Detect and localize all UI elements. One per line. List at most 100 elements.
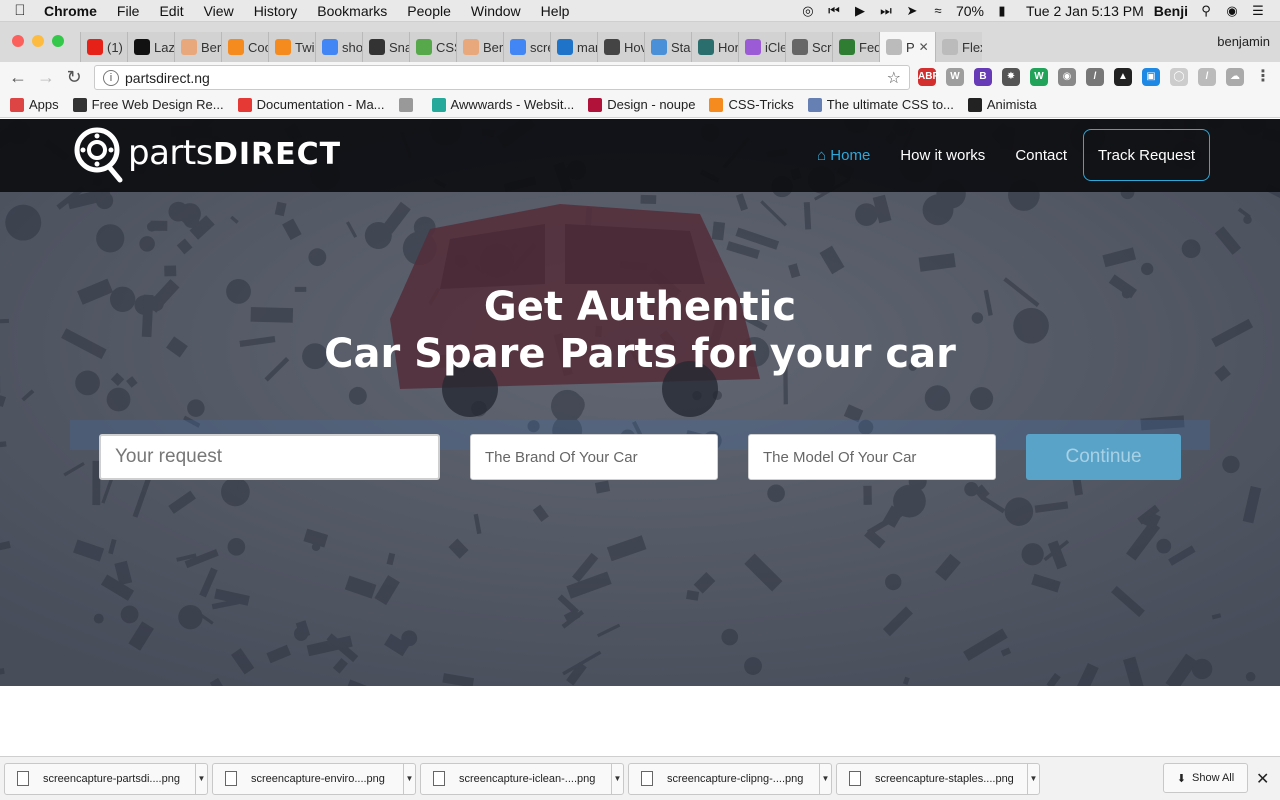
browser-tab[interactable]: Ber <box>174 32 221 62</box>
close-window-button[interactable] <box>12 35 24 47</box>
browser-tab[interactable]: scre <box>503 32 550 62</box>
menu-window[interactable]: Window <box>461 3 531 19</box>
notification-list-icon[interactable]: ☰ <box>1250 3 1266 19</box>
show-all-downloads-button[interactable]: ⬇ Show All <box>1163 763 1248 793</box>
car-model-input[interactable]: The Model Of Your Car <box>748 434 996 480</box>
browser-tab[interactable]: Ber <box>456 32 503 62</box>
car-brand-input[interactable]: The Brand Of Your Car <box>470 434 718 480</box>
frame-icon[interactable]: ▣ <box>1142 68 1160 86</box>
browser-tab[interactable]: P ✕ <box>879 32 935 62</box>
download-options-icon[interactable]: ▼ <box>195 762 207 795</box>
reload-icon[interactable]: ↻ <box>60 67 88 88</box>
back-icon[interactable]: ← <box>4 67 32 88</box>
wordpress-green-icon[interactable]: W <box>1030 68 1048 86</box>
menu-file[interactable]: File <box>107 3 150 19</box>
bookmark-star-icon[interactable]: ☆ <box>887 68 901 88</box>
wifi-icon[interactable]: ≈ <box>930 3 946 18</box>
menu-edit[interactable]: Edit <box>149 3 193 19</box>
download-item[interactable]: screencapture-enviro....png ▼ <box>212 762 416 795</box>
rocket-icon[interactable]: ➤ <box>904 3 920 19</box>
bookmark-item[interactable]: Animista <box>967 97 1037 112</box>
menu-bookmarks[interactable]: Bookmarks <box>307 3 397 19</box>
close-tab-icon[interactable]: ✕ <box>919 40 929 54</box>
chrome-menu-icon[interactable]: ⋮ <box>1254 68 1272 86</box>
bookmark-item[interactable]: Awwwards - Websit... <box>431 97 574 112</box>
browser-tab[interactable]: mar <box>550 32 597 62</box>
bookmark-item[interactable]: Documentation - Ma... <box>237 97 385 112</box>
siri-icon[interactable]: ◉ <box>1224 3 1240 19</box>
previous-track-icon[interactable]: ⏮ <box>826 3 842 19</box>
request-input[interactable]: Your request <box>99 434 440 480</box>
penguin-icon[interactable]: ▲ <box>1114 68 1132 86</box>
address-bar[interactable]: i partsdirect.ng ☆ <box>94 65 910 90</box>
brush-icon[interactable]: / <box>1198 68 1216 86</box>
menu-history[interactable]: History <box>244 3 308 19</box>
bookmark-item[interactable]: Apps <box>10 97 59 112</box>
adblock-icon[interactable]: ABP <box>918 68 939 86</box>
bookmark-item[interactable]: CSS-Tricks <box>709 97 794 112</box>
download-item[interactable]: screencapture-partsdi....png ▼ <box>4 762 208 795</box>
next-track-icon[interactable]: ⏭ <box>878 3 894 19</box>
track-request-button[interactable]: Track Request <box>1083 129 1210 181</box>
bookmark-item[interactable]: The ultimate CSS to... <box>807 97 954 112</box>
tl-icon <box>134 39 150 55</box>
browser-tab[interactable]: Coc <box>221 32 268 62</box>
browser-tab[interactable]: Sta <box>644 32 691 62</box>
browser-tab[interactable]: Flex <box>935 32 982 62</box>
browser-tab[interactable]: Hov <box>597 32 644 62</box>
browser-tab[interactable]: sho <box>315 32 362 62</box>
bookmark-item[interactable]: Design - noupe <box>588 97 695 112</box>
browser-tab[interactable]: Hor <box>691 32 738 62</box>
camera-icon[interactable]: ◉ <box>1058 68 1076 86</box>
user-name[interactable]: Benji <box>1154 3 1188 19</box>
play-icon[interactable]: ▶ <box>852 3 868 19</box>
nav-how-it-works[interactable]: How it works <box>900 147 985 164</box>
download-options-icon[interactable]: ▼ <box>403 762 415 795</box>
menu-view[interactable]: View <box>194 3 244 19</box>
site-info-icon[interactable]: i <box>103 69 119 86</box>
menu-app-name[interactable]: Chrome <box>40 3 107 19</box>
browser-tab[interactable]: iCle <box>738 32 785 62</box>
browser-tab[interactable]: (1) <box>80 32 127 62</box>
aperture-icon[interactable]: ✸ <box>1002 68 1020 86</box>
bootstrap-icon[interactable]: B <box>974 68 992 86</box>
zoom-window-button[interactable] <box>52 35 64 47</box>
nav-contact[interactable]: Contact <box>1015 147 1067 164</box>
battery-percent[interactable]: 70% <box>956 3 984 19</box>
minimize-window-button[interactable] <box>32 35 44 47</box>
new-tab-button[interactable] <box>982 32 1020 62</box>
download-item[interactable]: screencapture-staples....png ▼ <box>836 762 1040 795</box>
browser-tab[interactable]: CSS <box>409 32 456 62</box>
nav-home[interactable]: ⌂ Home <box>817 147 870 164</box>
browser-tab[interactable]: Laz <box>127 32 174 62</box>
battery-icon[interactable]: ▮ <box>994 3 1010 19</box>
browser-tab[interactable]: Sna <box>362 32 409 62</box>
menu-people[interactable]: People <box>397 3 461 19</box>
download-item[interactable]: screencapture-iclean-....png ▼ <box>420 762 624 795</box>
address-text[interactable]: partsdirect.ng <box>125 70 210 86</box>
apple-icon[interactable]:  <box>0 2 40 19</box>
forward-icon[interactable]: → <box>32 67 60 88</box>
browser-tab[interactable]: Twi <box>268 32 315 62</box>
page-icon <box>398 97 413 112</box>
eyedropper-icon[interactable]: / <box>1086 68 1104 86</box>
continue-button[interactable]: Continue <box>1026 434 1181 480</box>
menu-help[interactable]: Help <box>531 3 580 19</box>
profile-name[interactable]: benjamin <box>1217 34 1270 49</box>
partsdirect-logo[interactable]: partsDIRECT <box>70 122 341 184</box>
wordpress-icon[interactable]: W <box>946 68 964 86</box>
close-downloads-icon[interactable]: ✕ <box>1256 769 1269 789</box>
browser-tab[interactable]: Fed <box>832 32 879 62</box>
browser-tab[interactable]: Scr <box>785 32 832 62</box>
clock[interactable]: Tue 2 Jan 5:13 PM <box>1026 3 1144 19</box>
download-options-icon[interactable]: ▼ <box>819 762 831 795</box>
circle-extension-icon[interactable]: ◯ <box>1170 68 1188 86</box>
search-icon[interactable]: ⚲ <box>1198 3 1214 19</box>
download-options-icon[interactable]: ▼ <box>1027 762 1039 795</box>
download-options-icon[interactable]: ▼ <box>611 762 623 795</box>
bookmark-item[interactable] <box>398 97 418 112</box>
download-item[interactable]: screencapture-clipng-....png ▼ <box>628 762 832 795</box>
bookmark-item[interactable]: Free Web Design Re... <box>72 97 224 112</box>
cloud-icon[interactable]: ☁ <box>1226 68 1244 86</box>
skype-icon[interactable]: ◎ <box>800 3 816 19</box>
